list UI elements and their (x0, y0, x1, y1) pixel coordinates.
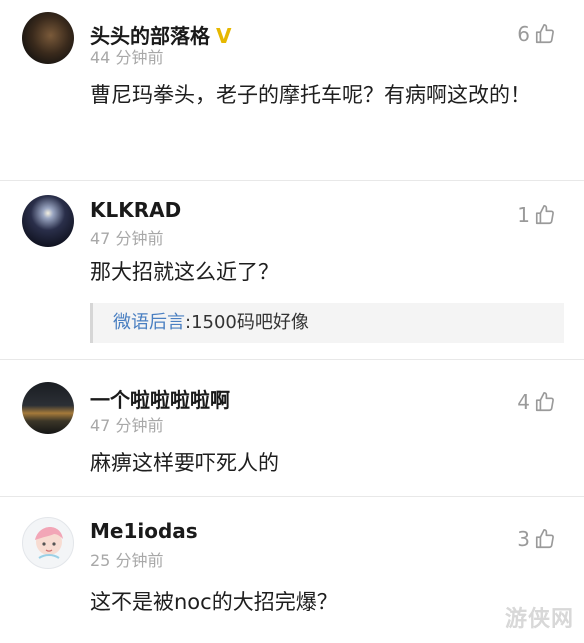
like-count: 6 (517, 22, 530, 46)
comment-item: 一个啦啦啦啦啊 47 分钟前 4 麻痹这样要吓死人的 (0, 360, 584, 496)
verified-badge: V (216, 24, 232, 48)
username[interactable]: KLKRAD (90, 198, 181, 222)
like-count: 1 (517, 203, 530, 227)
timestamp: 47 分钟前 (90, 229, 164, 248)
like-button[interactable]: 1 (517, 203, 556, 227)
comment-text: 曹尼玛拳头，老子的摩托车呢？有病啊这改的！ (90, 83, 531, 107)
comment-text: 这不是被noc的大招完爆？ (90, 590, 338, 614)
anime-avatar-icon (35, 527, 63, 559)
username[interactable]: 一个啦啦啦啦啊 (90, 384, 230, 413)
avatar[interactable] (22, 12, 74, 64)
thumbs-up-icon (535, 24, 554, 44)
avatar[interactable] (22, 195, 74, 247)
timestamp: 25 分钟前 (90, 551, 164, 570)
thumbs-up-icon (535, 529, 554, 549)
like-count: 3 (517, 527, 530, 551)
comment-text: 那大招就这么近了？ (90, 260, 279, 284)
like-button[interactable]: 4 (517, 390, 556, 414)
reply-text: :1500码吧好像 (185, 312, 309, 333)
comment-item: Me1iodas 25 分钟前 3 这不是被noc的大招完爆？ (0, 497, 584, 643)
username[interactable]: Me1iodas (90, 519, 198, 543)
comment-item: KLKRAD 47 分钟前 1 那大招就这么近了？ 微语后言:1500码吧好像 (0, 181, 584, 359)
timestamp: 44 分钟前 (90, 48, 164, 67)
avatar[interactable] (22, 517, 74, 569)
comment-text: 麻痹这样要吓死人的 (90, 451, 279, 475)
reply-username[interactable]: 微语后言 (113, 312, 185, 333)
watermark: 游侠网 (504, 607, 574, 632)
thumbs-up-icon (535, 205, 554, 225)
reply-block[interactable]: 微语后言:1500码吧好像 (90, 303, 564, 343)
like-count: 4 (517, 390, 530, 414)
comment-item: 头头的部落格 V 44 分钟前 6 曹尼玛拳头，老子的摩托车呢？有病啊这改的！ (0, 0, 584, 180)
avatar[interactable] (22, 382, 74, 434)
like-button[interactable]: 3 (517, 527, 556, 551)
like-button[interactable]: 6 (517, 22, 556, 46)
thumbs-up-icon (535, 392, 554, 412)
timestamp: 47 分钟前 (90, 416, 164, 435)
